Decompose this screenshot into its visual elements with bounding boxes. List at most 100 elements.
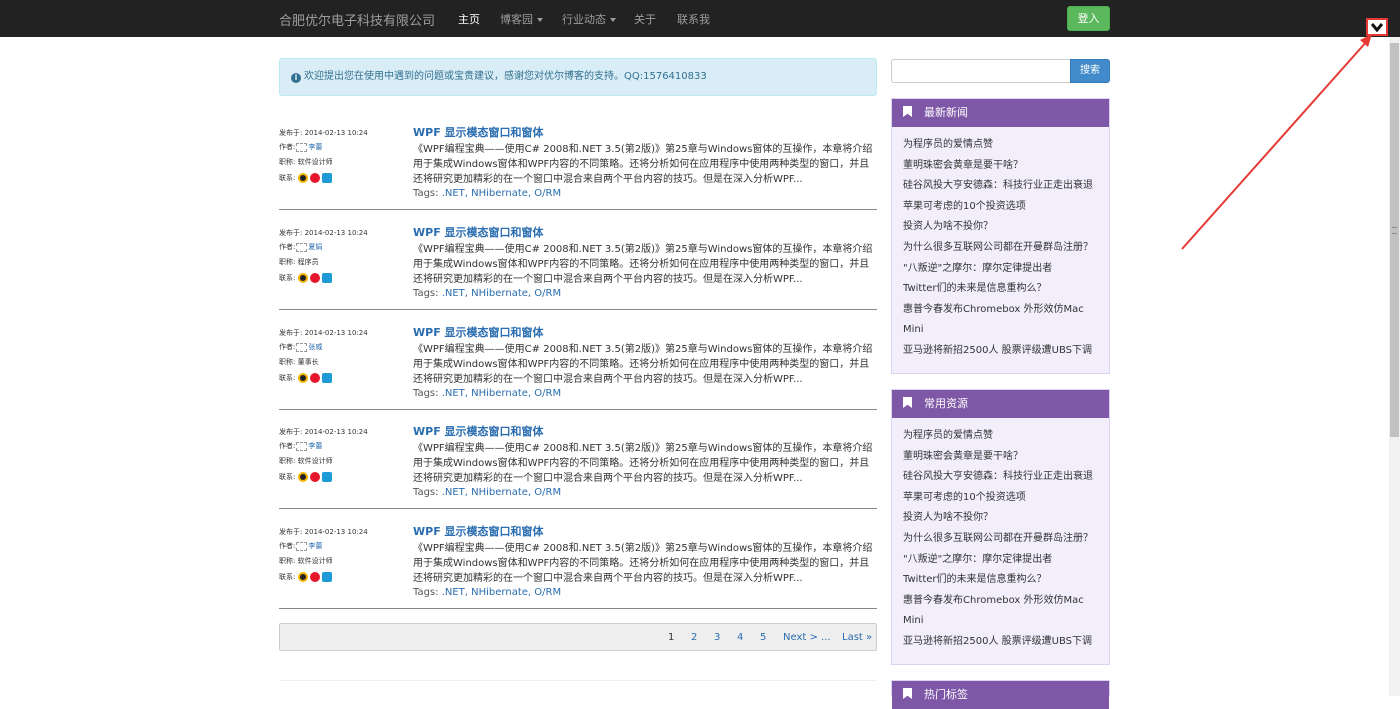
article-tags: Tags: .NET, NHibernate, O/RM xyxy=(413,587,561,598)
avatar xyxy=(296,342,308,352)
article-title-link[interactable]: WPF 显示模态窗口和窗体 xyxy=(413,224,544,240)
weibo-icon[interactable] xyxy=(309,173,320,183)
sidebar-link[interactable]: 为什么很多互联网公司都在开曼群岛注册？ xyxy=(903,238,1098,259)
brand-name[interactable]: 合肥优尔电子科技有限公司 xyxy=(279,10,435,29)
info-notice: i 欢迎提出您在使用中遇到的问题或宝贵建议，感谢您对优尔博客的支持。QQ:1576… xyxy=(279,58,877,96)
sidebar-link[interactable]: 苹果可考虑的10个投资选项 xyxy=(903,488,1098,509)
qq-icon[interactable] xyxy=(297,572,308,582)
weibo-icon[interactable] xyxy=(309,472,320,482)
nav-item-contact[interactable]: 联系我 xyxy=(677,11,710,27)
scrollbar-thumb[interactable] xyxy=(1390,43,1399,437)
sidebar-link[interactable]: 硅谷风投大亨安德森：科技行业正走出衰退 xyxy=(903,467,1098,488)
article-author: 作者: 李蕾 xyxy=(279,541,322,551)
page-link-2[interactable]: 2 xyxy=(691,632,697,643)
sidebar-link[interactable]: "八叛逆"之摩尔：摩尔定律提出者 xyxy=(903,259,1098,280)
article-author: 作者: 夏娟 xyxy=(279,242,322,252)
qzone-icon[interactable] xyxy=(321,173,332,183)
panel-header: 常用资源 xyxy=(892,390,1109,418)
avatar xyxy=(296,441,308,451)
sidebar-link[interactable]: 亚马逊将新招2500人 股票评级遭UBS下调 xyxy=(903,341,1098,362)
last-page-link[interactable]: Last » xyxy=(842,632,872,643)
nav-item-home[interactable]: 主页 xyxy=(458,11,480,27)
qzone-icon[interactable] xyxy=(321,572,332,582)
contact-label: 联系: xyxy=(279,374,296,382)
page-link-1[interactable]: 1 xyxy=(668,632,674,643)
sidebar-link[interactable]: 董明珠密会黄章是要干啥？ xyxy=(903,156,1098,177)
chevron-down-icon xyxy=(610,18,616,22)
article-summary: 《WPF编程宝典——使用C# 2008和.NET 3.5(第2版)》第25章与W… xyxy=(413,443,873,484)
tags-label: Tags: xyxy=(413,487,439,498)
author-link[interactable]: 李蕾 xyxy=(308,442,322,450)
sidebar-link[interactable]: 硅谷风投大亨安德森：科技行业正走出衰退 xyxy=(903,176,1098,197)
weibo-icon[interactable] xyxy=(309,572,320,582)
search-button[interactable]: 搜索 xyxy=(1070,59,1110,83)
tags-label: Tags: xyxy=(413,288,439,299)
tag-links[interactable]: .NET, NHibernate, O/RM xyxy=(442,188,561,199)
sidebar-link[interactable]: 苹果可考虑的10个投资选项 xyxy=(903,197,1098,218)
qzone-icon[interactable] xyxy=(321,472,332,482)
sidebar-link[interactable]: 惠普今春发布Chromebox 外形效仿Mac Mini xyxy=(903,300,1098,341)
next-page-link[interactable]: Next > ... xyxy=(783,632,831,643)
article-summary: 《WPF编程宝典——使用C# 2008和.NET 3.5(第2版)》第25章与W… xyxy=(413,144,873,185)
contact-label: 联系: xyxy=(279,473,296,481)
page-link-5[interactable]: 5 xyxy=(760,632,766,643)
sidebar-link[interactable]: Twitter们的未来是信息重构么？ xyxy=(903,279,1098,300)
author-link[interactable]: 夏娟 xyxy=(308,243,322,251)
article-role: 职称: 软件设计师 xyxy=(279,158,333,166)
contact-label: 联系: xyxy=(279,174,296,182)
sidebar-link[interactable]: 惠普今春发布Chromebox 外形效仿Mac Mini xyxy=(903,591,1098,632)
author-label: 作者: xyxy=(279,143,296,151)
sidebar-link[interactable]: 董明珠密会黄章是要干啥？ xyxy=(903,447,1098,468)
sidebar-link[interactable]: 投资人为啥不投你？ xyxy=(903,217,1098,238)
nav-item-blog[interactable]: 博客园 xyxy=(500,11,543,27)
article-title-link[interactable]: WPF 显示模态窗口和窗体 xyxy=(413,523,544,539)
resources-list: 为程序员的爱情点赞 董明珠密会黄章是要干啥？ 硅谷风投大亨安德森：科技行业正走出衰退… xyxy=(892,418,1109,653)
article-author: 作者: 李蕾 xyxy=(279,441,322,451)
tag-links[interactable]: .NET, NHibernate, O/RM xyxy=(442,388,561,399)
qq-icon[interactable] xyxy=(297,273,308,283)
avatar xyxy=(296,541,308,551)
page-link-4[interactable]: 4 xyxy=(737,632,743,643)
tag-links[interactable]: .NET, NHibernate, O/RM xyxy=(442,587,561,598)
tags-label: Tags: xyxy=(413,188,439,199)
weibo-icon[interactable] xyxy=(309,373,320,383)
qq-icon[interactable] xyxy=(297,472,308,482)
article-title-link[interactable]: WPF 显示模态窗口和窗体 xyxy=(413,423,544,439)
corner-toggle-button[interactable] xyxy=(1366,18,1388,36)
panel-header: 热门标签 xyxy=(892,681,1109,709)
sidebar-link[interactable]: 亚马逊将新招2500人 股票评级遭UBS下调 xyxy=(903,632,1098,653)
qzone-icon[interactable] xyxy=(321,273,332,283)
article-date: 发布于: 2014-02-13 10:24 xyxy=(279,229,368,237)
article-tags: Tags: .NET, NHibernate, O/RM xyxy=(413,188,561,199)
bookmark-icon xyxy=(903,397,912,408)
author-link[interactable]: 张威 xyxy=(308,343,322,351)
sidebar-link[interactable]: 为什么很多互联网公司都在开曼群岛注册？ xyxy=(903,529,1098,550)
qq-icon[interactable] xyxy=(297,173,308,183)
sidebar-link[interactable]: Twitter们的未来是信息重构么？ xyxy=(903,570,1098,591)
tag-links[interactable]: .NET, NHibernate, O/RM xyxy=(442,487,561,498)
avatar xyxy=(296,242,308,252)
tag-links[interactable]: .NET, NHibernate, O/RM xyxy=(442,288,561,299)
search-input[interactable] xyxy=(891,59,1071,83)
nav-item-blog-label: 博客园 xyxy=(500,13,533,26)
sidebar-link[interactable]: 为程序员的爱情点赞 xyxy=(903,426,1098,447)
nav-item-industry[interactable]: 行业动态 xyxy=(562,11,616,27)
author-link[interactable]: 李蕾 xyxy=(308,542,322,550)
sidebar-link[interactable]: 为程序员的爱情点赞 xyxy=(903,135,1098,156)
article-date: 发布于: 2014-02-13 10:24 xyxy=(279,129,368,137)
weibo-icon[interactable] xyxy=(309,273,320,283)
page-scrollbar[interactable] xyxy=(1389,37,1400,696)
sidebar-link[interactable]: 投资人为啥不投你？ xyxy=(903,508,1098,529)
nav-item-about[interactable]: 关于 xyxy=(634,11,656,27)
qzone-icon[interactable] xyxy=(321,373,332,383)
qq-icon[interactable] xyxy=(297,373,308,383)
sidebar-link[interactable]: "八叛逆"之摩尔：摩尔定律提出者 xyxy=(903,550,1098,571)
panel-title: 常用资源 xyxy=(924,397,968,410)
resources-panel: 常用资源 为程序员的爱情点赞 董明珠密会黄章是要干啥？ 硅谷风投大亨安德森：科技行业… xyxy=(891,389,1110,665)
page-link-3[interactable]: 3 xyxy=(714,632,720,643)
article-role: 职称: 董事长 xyxy=(279,358,319,366)
article-title-link[interactable]: WPF 显示模态窗口和窗体 xyxy=(413,124,544,140)
article-title-link[interactable]: WPF 显示模态窗口和窗体 xyxy=(413,324,544,340)
login-button[interactable]: 登入 xyxy=(1067,6,1110,31)
author-link[interactable]: 李蕾 xyxy=(308,143,322,151)
